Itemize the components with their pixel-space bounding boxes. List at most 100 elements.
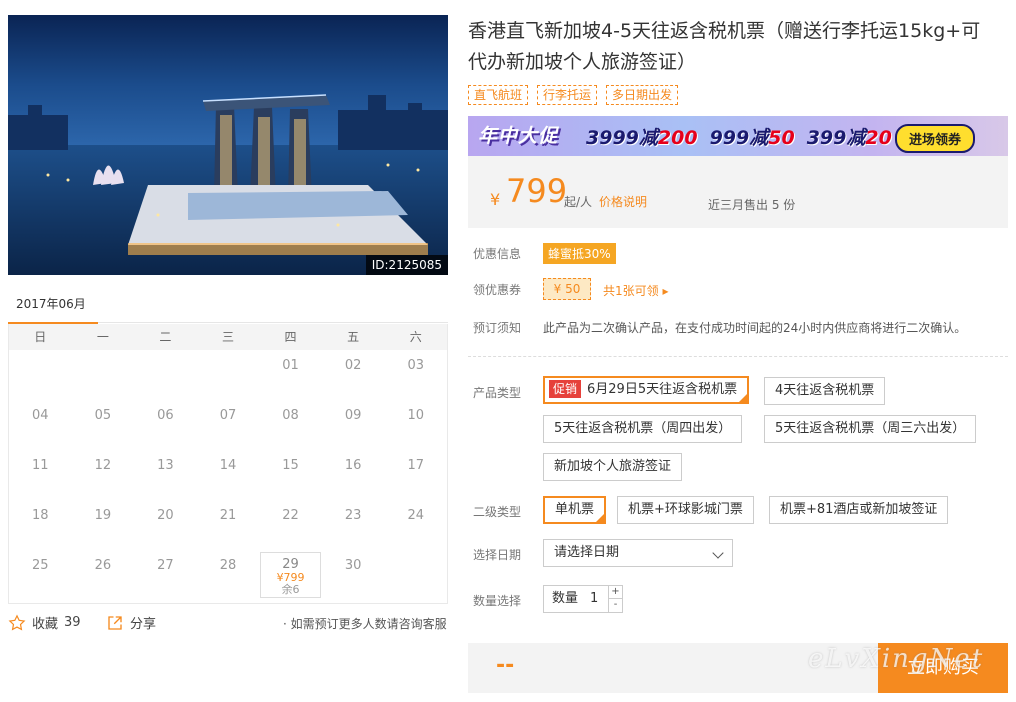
banner-deal-base: 999减 (709, 127, 769, 149)
weekday-label: 六 (409, 330, 422, 344)
calendar-day-number: 30 (344, 558, 362, 573)
price-unit: 起/人 (564, 195, 593, 209)
product-tags: 直飞航班 行李托运 多日期出发 (468, 85, 679, 105)
calendar-month-tab[interactable]: 2017年06月 (8, 294, 98, 324)
promo-info-label: 优惠信息 (473, 247, 522, 261)
calendar-day-number: 27 (157, 558, 174, 573)
calendar-day: 22 (259, 500, 322, 550)
calendar-day-available[interactable]: 29 ¥799 余6 (260, 552, 321, 598)
buy-bar: -- 立即购买 (468, 643, 1008, 693)
get-coupon-button[interactable]: 进场领券 (895, 124, 976, 153)
sold-count: 近三月售出 5 份 (708, 198, 796, 212)
calendar-day: 21 (197, 500, 260, 550)
product-type-option-0[interactable]: 促销 6月29日5天往返含税机票 (543, 376, 750, 404)
calendar: 日 一 二 三 四 五 六 01 02 03 04 05 06 07 08 09 10 11 12 13 14 15 16… (8, 324, 448, 604)
date-dropdown[interactable]: 请选择日期 (543, 539, 733, 567)
quantity-label: 数量选择 (473, 594, 522, 608)
calendar-day: 30 (322, 550, 385, 600)
date-dropdown-value: 请选择日期 (554, 545, 620, 560)
calendar-day-number: 23 (344, 508, 362, 523)
sub-type-option-2[interactable]: 机票+81酒店或新加坡签证 (769, 496, 949, 524)
calendar-day: 06 (134, 400, 197, 450)
calendar-day-number: 11 (32, 458, 49, 473)
share-button[interactable]: 分享 (106, 613, 156, 632)
buy-now-button[interactable]: 立即购买 (878, 643, 1008, 693)
product-tag: 直飞航班 (468, 85, 529, 105)
calendar-day: 28 (197, 550, 260, 600)
promo-tag: 促销 (549, 380, 582, 398)
product-type-option-1[interactable]: 4天往返含税机票 (764, 377, 886, 405)
banner-title: 年中大促 (478, 125, 559, 147)
calendar-day: 13 (134, 450, 197, 500)
calendar-day: 20 (134, 500, 197, 550)
weekday-label: 四 (284, 330, 297, 344)
calendar-day-number: 13 (157, 458, 174, 473)
calendar-day: 05 (72, 400, 135, 450)
calendar-day: 25 (9, 550, 72, 600)
calendar-day-number: 08 (282, 408, 299, 423)
banner-deal: 3999减200 (586, 123, 698, 150)
banner-deal: 999减50 (710, 123, 795, 150)
calendar-day: 23 (322, 500, 385, 550)
calendar-day-number: 05 (94, 408, 112, 423)
calendar-day: 03 (384, 350, 447, 400)
product-type-option-2[interactable]: 5天往返含税机票（周四出发） (543, 415, 743, 443)
weekday-label: 一 (96, 330, 109, 344)
calendar-day: 11 (9, 450, 72, 500)
calendar-day-number: 02 (344, 358, 362, 373)
coupon-label: 领优惠券 (473, 283, 522, 297)
calendar-empty-cell (9, 350, 72, 400)
product-tag: 多日期出发 (606, 85, 679, 105)
quantity-value[interactable]: 1 (590, 586, 598, 612)
calendar-day-number: 07 (219, 408, 237, 423)
product-title: 香港直飞新加坡4-5天往返含税机票（赠送行李托运15kg+可代办新加坡个人旅游签… (468, 20, 981, 73)
calendar-day-number: 20 (157, 508, 174, 523)
marina-bay-night-illustration (8, 15, 448, 275)
price-currency: ¥ (490, 190, 501, 209)
star-icon (8, 613, 26, 630)
share-label: 分享 (130, 617, 157, 632)
calendar-day-number: 22 (282, 508, 299, 523)
banner-deals: 3999减200 999减50 399减20 (586, 123, 892, 150)
promo-banner[interactable]: 年中大促 3999减200 999减50 399减20 进场领券 (468, 116, 1008, 156)
calendar-day-number: 06 (157, 408, 174, 423)
price-explanation-link[interactable]: 价格说明 (599, 193, 647, 210)
chevron-down-icon (712, 547, 724, 559)
product-type-option-4[interactable]: 新加坡个人旅游签证 (543, 453, 683, 481)
calendar-day-number: 17 (407, 458, 424, 473)
calendar-day: 12 (72, 450, 135, 500)
quantity-increase-button[interactable]: + (608, 586, 622, 599)
sub-type-option-1[interactable]: 机票+环球影城门票 (617, 496, 754, 524)
calendar-day: 19 (72, 500, 135, 550)
banner-deal-off: 200 (657, 127, 698, 149)
calendar-day-number: 26 (94, 558, 112, 573)
calendar-day-number: 16 (344, 458, 362, 473)
quantity-decrease-button[interactable]: - (608, 599, 622, 612)
favorite-label: 收藏 (32, 617, 59, 632)
favorite-button[interactable]: 收藏 39 (8, 613, 81, 632)
coupon-ticket[interactable]: ¥ 50 (543, 278, 591, 300)
calendar-day: 26 (72, 550, 135, 600)
coupon-claim-link[interactable]: 共1张可领 ▸ (603, 282, 668, 299)
calendar-day-number: 04 (32, 408, 49, 423)
image-id-badge: ID:2125085 (365, 255, 448, 275)
calendar-day-number: 03 (407, 358, 424, 373)
calendar-day-number: 01 (282, 358, 299, 373)
calendar-day: 02 (322, 350, 385, 400)
product-type-label: 产品类型 (473, 386, 522, 400)
calendar-day-number: 24 (407, 508, 424, 523)
sub-type-option-0[interactable]: 单机票 (543, 496, 607, 524)
quantity-stepper[interactable]: 数量 1 + - (543, 585, 623, 613)
calendar-day: 10 (384, 400, 447, 450)
weekday-label: 二 (159, 330, 172, 344)
favorite-count: 39 (64, 615, 81, 630)
calendar-day-number: 18 (32, 508, 49, 523)
calendar-day: 04 (9, 400, 72, 450)
calendar-grid: 01 02 03 04 05 06 07 08 09 10 11 12 13 14 15 16 17 18 19 20… (9, 350, 447, 600)
promo-badge: 蜂蜜抵30% (543, 243, 616, 264)
calendar-tab-underline (98, 322, 448, 323)
calendar-day-number: 25 (32, 558, 49, 573)
product-type-option-3[interactable]: 5天往返含税机票（周三六出发） (764, 415, 977, 443)
banner-deal-base: 399减 (806, 127, 866, 149)
calendar-day-number: 19 (94, 508, 112, 523)
